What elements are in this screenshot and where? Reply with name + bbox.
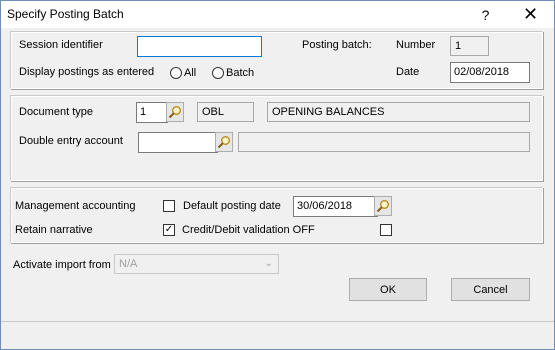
date-input[interactable]: 02/08/2018 — [450, 62, 530, 83]
double-entry-input[interactable] — [138, 132, 218, 153]
radio-batch[interactable] — [212, 67, 224, 79]
credit-debit-validation-label: Credit/Debit validation OFF — [182, 224, 315, 236]
magnifier-icon — [217, 136, 230, 149]
default-posting-date-label: Default posting date — [183, 200, 281, 212]
number-label: Number — [396, 39, 436, 51]
credit-debit-validation-checkbox[interactable] — [380, 224, 392, 236]
management-accounting-label: Management accounting — [15, 200, 136, 212]
retain-narrative-checkbox[interactable]: ✓ — [163, 224, 175, 236]
import-source-value: N/A — [119, 258, 138, 270]
posting-batch-label: Posting batch: — [302, 39, 372, 51]
radio-all-label: All — [184, 67, 197, 79]
date-label: Date — [396, 66, 420, 78]
title-bar: Specify Posting Batch ? ✕ — [1, 1, 554, 28]
double-entry-lookup-button[interactable] — [215, 132, 233, 152]
batch-number-field: 1 — [450, 36, 489, 56]
magnifier-icon — [376, 200, 389, 213]
ok-button[interactable]: OK — [349, 278, 427, 301]
document-type-lookup-button[interactable] — [166, 102, 184, 122]
dialog-window: Specify Posting Batch ? ✕ Session identi… — [0, 0, 555, 350]
close-button[interactable]: ✕ — [508, 1, 553, 28]
double-entry-description — [238, 132, 530, 152]
window-title: Specify Posting Batch — [7, 7, 124, 21]
default-posting-date-lookup-button[interactable] — [374, 196, 392, 216]
document-type-description: OPENING BALANCES — [267, 102, 530, 122]
cancel-button[interactable]: Cancel — [451, 278, 530, 301]
double-entry-label: Double entry account — [19, 135, 123, 147]
help-button[interactable]: ? — [463, 1, 508, 28]
management-accounting-checkbox[interactable] — [163, 200, 175, 212]
chevron-down-icon: ⌄ — [264, 258, 273, 269]
import-source-dropdown[interactable]: N/A ⌄ — [114, 254, 279, 274]
session-identifier-input[interactable] — [137, 36, 262, 57]
document-type-label: Document type — [19, 106, 93, 118]
magnifier-icon — [168, 106, 181, 119]
default-posting-date-input[interactable]: 30/06/2018 — [293, 196, 378, 217]
session-identifier-label: Session identifier — [19, 39, 103, 51]
status-divider — [1, 321, 554, 322]
document-type-code: OBL — [197, 102, 254, 122]
radio-all[interactable] — [170, 67, 182, 79]
retain-narrative-label: Retain narrative — [15, 224, 93, 236]
activate-import-label: Activate import from — [13, 259, 111, 271]
radio-batch-label: Batch — [226, 67, 255, 79]
document-type-input[interactable]: 1 — [136, 102, 168, 123]
display-postings-label: Display postings as entered — [19, 66, 155, 78]
